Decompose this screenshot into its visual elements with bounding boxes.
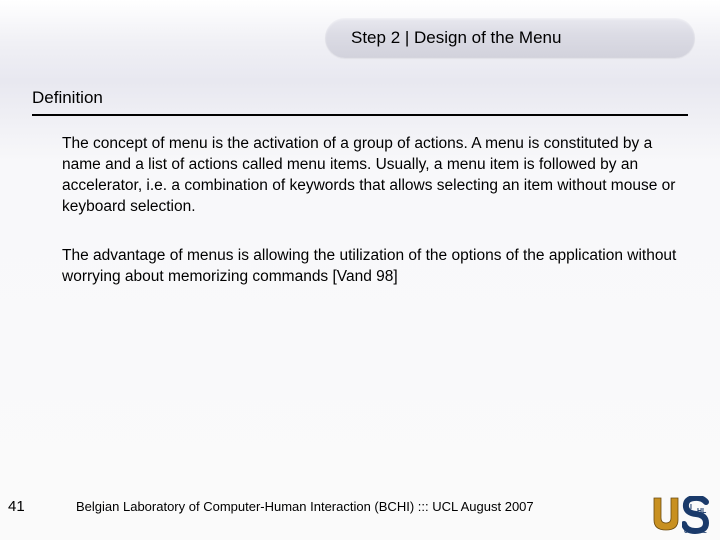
slide-title-bar: Step 2 | Design of the Menu — [325, 18, 695, 58]
brand-logo: I HL USIXML — [652, 496, 710, 534]
svg-text:HL: HL — [697, 508, 707, 515]
paragraph-2: The advantage of menus is allowing the u… — [32, 246, 688, 288]
svg-text:I: I — [690, 504, 692, 511]
slide-title: Step 2 | Design of the Menu — [351, 28, 561, 48]
paragraph-1: The concept of menu is the activation of… — [32, 134, 688, 218]
logo-s-icon: I HL USIXML — [682, 496, 710, 534]
footer-affiliation: Belgian Laboratory of Computer-Human Int… — [48, 499, 720, 514]
content-area: Definition The concept of menu is the ac… — [32, 88, 688, 316]
page-number: 41 — [0, 498, 48, 515]
heading-rule — [32, 114, 688, 116]
slide-footer: 41 Belgian Laboratory of Computer-Human … — [0, 486, 720, 526]
logo-brand-label: USIXML — [684, 529, 707, 534]
logo-u-icon — [652, 496, 680, 534]
section-heading: Definition — [32, 88, 688, 108]
